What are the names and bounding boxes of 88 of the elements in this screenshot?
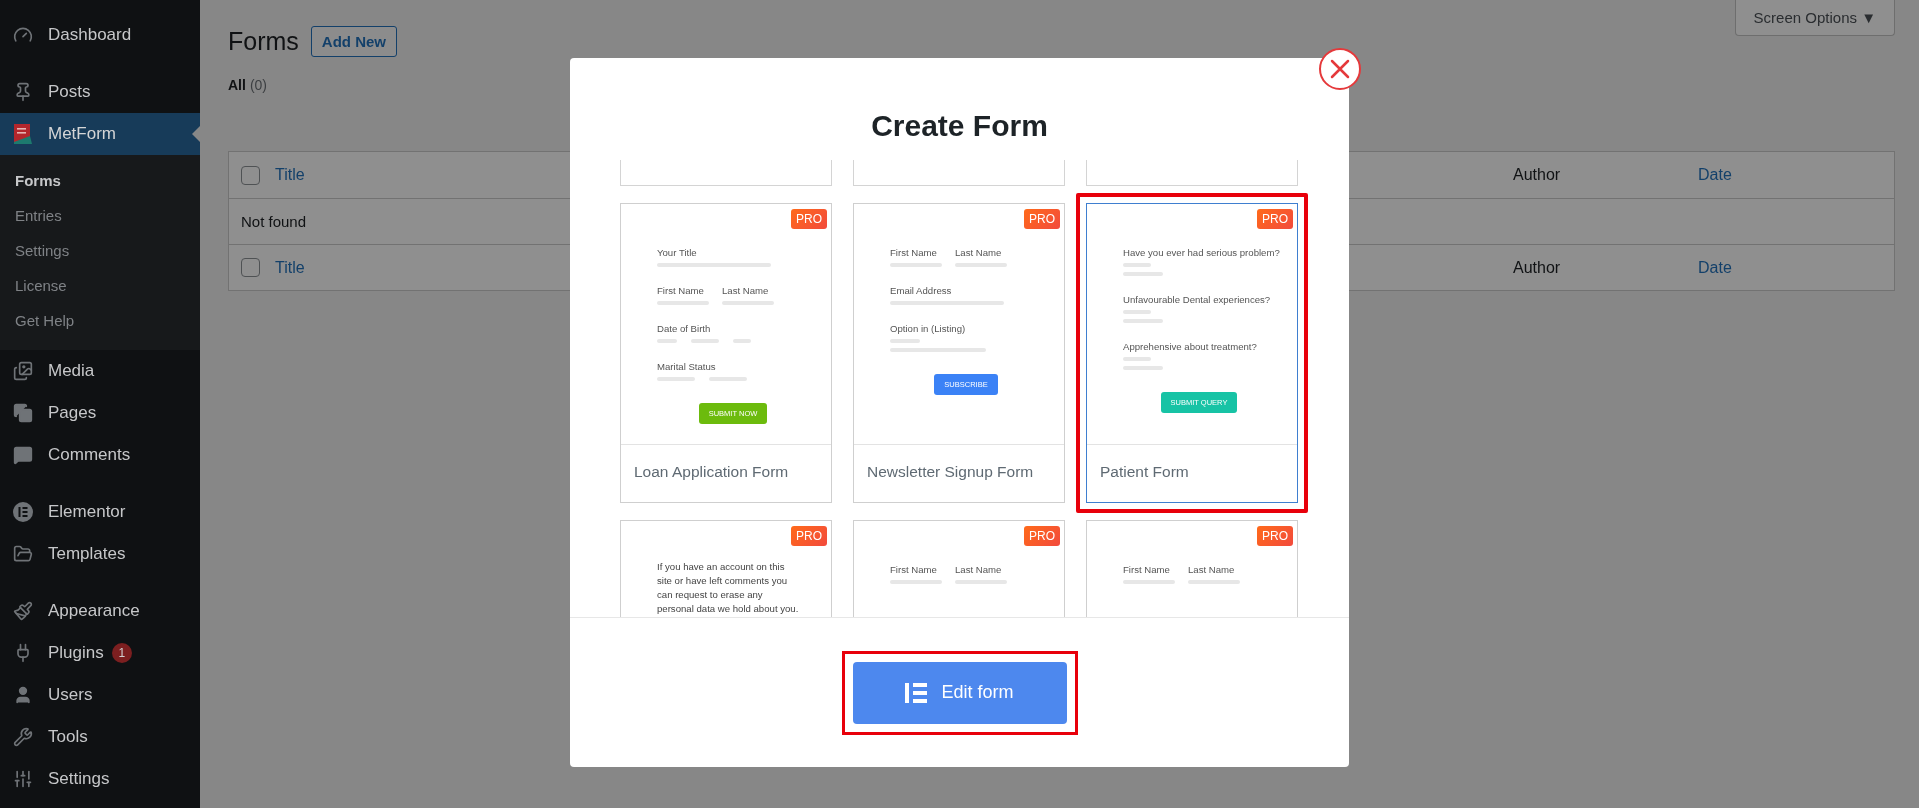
- pro-badge: PRO: [1257, 209, 1293, 229]
- select-all-checkbox[interactable]: [241, 258, 260, 277]
- field-label: Unfavourable Dental experiences?: [1123, 294, 1272, 305]
- sidebar-label: Templates: [48, 544, 126, 564]
- field-label: Marital Status: [657, 361, 717, 372]
- pro-badge: PRO: [1257, 526, 1293, 546]
- filter-link[interactable]: All: [228, 77, 246, 93]
- dialog-title: Create Form: [871, 108, 1048, 144]
- sidebar-label: Elementor: [48, 502, 126, 522]
- field-label: Last Name: [955, 247, 1003, 258]
- column-header: Author: [1513, 258, 1562, 277]
- field-label: First Name: [890, 564, 938, 575]
- sidebar-label: Pages: [48, 403, 97, 423]
- field-label: Last Name: [722, 285, 770, 296]
- field-label: Option in (Listing): [890, 323, 967, 334]
- sidebar-item[interactable]: Posts: [0, 71, 200, 113]
- user-icon: [13, 685, 33, 705]
- field-label: Apprehensive about treatment?: [1123, 341, 1258, 352]
- sidebar-label: Tools: [48, 727, 88, 747]
- template-card[interactable]: PRO First Name Last Name: [1086, 520, 1298, 617]
- sidebar-item[interactable]: Elementor: [0, 491, 200, 533]
- template-title: Loan Application Form: [633, 462, 790, 482]
- sidebar-label: Posts: [48, 82, 91, 102]
- sidebar-item[interactable]: Settings: [0, 758, 200, 800]
- pro-badge: PRO: [1024, 209, 1060, 229]
- sidebar-item[interactable]: MetForm: [0, 113, 200, 155]
- sidebar-item[interactable]: Appearance: [0, 590, 200, 632]
- submenu-item[interactable]: Entries: [0, 198, 200, 233]
- sidebar-item[interactable]: Plugins 1: [0, 632, 200, 674]
- folder-icon: [13, 544, 33, 564]
- sidebar-label: Users: [48, 685, 93, 705]
- wrench-icon: [13, 727, 33, 747]
- pro-badge: PRO: [1024, 526, 1060, 546]
- column-header: Author: [1513, 166, 1562, 184]
- sidebar-label: Plugins: [48, 643, 104, 663]
- paintbrush-icon: [13, 601, 33, 621]
- submenu-item[interactable]: License: [0, 268, 200, 303]
- count-badge: 1: [111, 643, 132, 663]
- field-label: Email Address: [890, 285, 953, 296]
- pro-badge: PRO: [791, 526, 827, 546]
- sidebar-label: MetForm: [48, 124, 116, 144]
- template-title: Newsletter Signup Form: [866, 462, 1035, 482]
- pin-icon: [13, 82, 33, 102]
- field-label: Your Title: [657, 247, 698, 258]
- close-icon[interactable]: [1318, 47, 1362, 91]
- field-label: First Name: [890, 247, 938, 258]
- sidebar-item[interactable]: Dashboard: [0, 14, 200, 56]
- template-card[interactable]: [620, 160, 832, 186]
- empty-message: Not found: [241, 213, 307, 230]
- sidebar-label: Settings: [48, 769, 110, 789]
- form-icon: [13, 123, 33, 145]
- submenu-item[interactable]: Forms: [0, 163, 200, 198]
- sidebar-item[interactable]: Templates: [0, 533, 200, 575]
- pages-icon: [13, 403, 33, 423]
- template-card[interactable]: [853, 160, 1065, 186]
- field-label: Last Name: [955, 564, 1003, 575]
- field-label: Have you ever had serious problem?: [1123, 247, 1281, 258]
- field-label: First Name: [657, 285, 705, 296]
- template-description: If you have an account on this site or have left comments you can request to erase any personal data we hold about you.: [657, 560, 799, 616]
- screen-options-button[interactable]: Screen Options ▼: [1734, 0, 1895, 36]
- field-label: Date of Birth: [657, 323, 712, 334]
- template-card[interactable]: PRO First Name Last Name: [853, 520, 1065, 617]
- gauge-icon: [13, 25, 33, 45]
- pro-badge: PRO: [791, 209, 827, 229]
- sidebar-item[interactable]: Media: [0, 350, 200, 392]
- field-label: Last Name: [1188, 564, 1236, 575]
- field-label: First Name: [1123, 564, 1171, 575]
- sidebar-item[interactable]: Users: [0, 674, 200, 716]
- filter-count: (0): [249, 77, 267, 93]
- select-all-checkbox[interactable]: [241, 165, 260, 185]
- sidebar-label: Comments: [48, 445, 131, 465]
- sidebar-item[interactable]: Comments: [0, 434, 200, 476]
- template-title: Patient Form: [1099, 462, 1190, 482]
- submenu-item[interactable]: Settings: [0, 233, 200, 268]
- sidebar-label: Media: [48, 361, 95, 381]
- sidebar-item[interactable]: Tools: [0, 716, 200, 758]
- sidebar-label: Dashboard: [48, 25, 132, 45]
- bars-icon: [905, 681, 928, 704]
- sidebar-item[interactable]: Pages: [0, 392, 200, 434]
- page-title: Forms: [228, 27, 299, 56]
- sliders-icon: [13, 769, 33, 789]
- template-card[interactable]: PRO If you have an account on this site or have left comments you can request to erase any personal data we hold about you.: [620, 520, 832, 617]
- submenu-item[interactable]: Get Help: [0, 303, 200, 338]
- speech-bubble-icon: [13, 445, 33, 465]
- e-logo-icon: [12, 501, 34, 523]
- images-icon: [13, 361, 33, 381]
- template-card[interactable]: [1086, 160, 1298, 186]
- sidebar-label: Appearance: [48, 601, 140, 621]
